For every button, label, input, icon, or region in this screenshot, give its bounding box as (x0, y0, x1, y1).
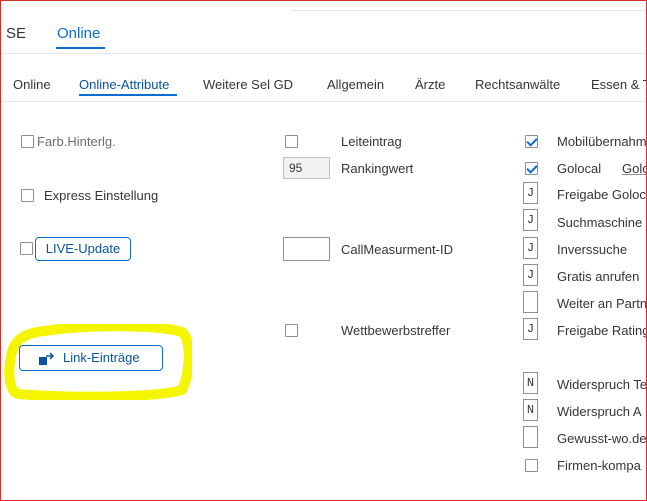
tab-online[interactable]: Online (57, 25, 100, 42)
mobiluebernahme-label: Mobilübernahm (557, 134, 647, 149)
gratis-anrufen-label: Gratis anrufen (557, 269, 640, 284)
golocal-label: Golocal (557, 161, 602, 176)
widerspruch-te-label: Widerspruch Te (557, 377, 647, 392)
subtab-allgemein[interactable]: Allgemein (327, 77, 384, 92)
tab-se[interactable]: SE (6, 25, 26, 42)
callmeasurment-id-label: CallMeasurment-ID (341, 242, 453, 257)
widerspruch-te-field[interactable]: N (523, 372, 538, 394)
widerspruch-a-label: Widerspruch A (557, 404, 642, 419)
farb-hinterlg-label: Farb.Hinterlg. (37, 134, 116, 149)
firmen-kompass-label: Firmen-kompa (557, 458, 641, 473)
tab-online-underline (56, 47, 105, 49)
top-divider (291, 10, 646, 11)
inverssuche-label: Inverssuche (557, 242, 628, 257)
callmeasurment-id-input[interactable] (283, 237, 330, 261)
link-entries-button[interactable]: Link-Einträge (19, 345, 163, 371)
subtab-essen[interactable]: Essen & T (591, 77, 646, 92)
golocal-value-field[interactable]: Golo (622, 161, 646, 176)
leiteintrag-label: Leiteintrag (341, 134, 402, 149)
leiteintrag-checkbox[interactable] (285, 135, 298, 148)
link-entries-label: Link-Einträge (63, 350, 140, 365)
freigabe-rating-field[interactable]: J (523, 318, 538, 340)
app-frame: SE Online Online Online-Attribute Weiter… (0, 0, 647, 501)
widerspruch-a-field[interactable]: N (523, 399, 538, 421)
gratis-anrufen-field[interactable]: J (523, 264, 538, 286)
subtabs-divider (1, 101, 646, 102)
express-einstellung-checkbox[interactable] (21, 189, 34, 202)
freigabe-golocal-field[interactable]: J (523, 182, 538, 204)
wettbewerbstreffer-label: Wettbewerbstreffer (341, 323, 451, 338)
rankingwert-label: Rankingwert (341, 161, 414, 176)
suchmaschine-field[interactable]: J (523, 209, 538, 231)
weiter-an-partner-label: Weiter an Partn (557, 296, 647, 311)
golocal-checkbox[interactable] (525, 162, 538, 175)
top-bar: SE Online (1, 1, 646, 61)
tabs-divider (1, 53, 646, 54)
freigabe-golocal-label: Freigabe Goloc (557, 187, 646, 202)
express-einstellung-label: Express Einstellung (44, 188, 159, 203)
live-update-button[interactable]: LIVE-Update (35, 237, 131, 261)
live-update-checkbox[interactable] (20, 242, 33, 255)
subtab-online-attribute[interactable]: Online-Attribute (79, 77, 169, 92)
link-arrow-icon (39, 352, 55, 365)
inverssuche-field[interactable]: J (523, 237, 538, 259)
gewusst-wo-field[interactable] (523, 426, 538, 448)
subtab-weitere-sel-gd[interactable]: Weitere Sel GD (203, 77, 293, 92)
subtab-online-attribute-underline (79, 94, 177, 96)
wettbewerbstreffer-checkbox[interactable] (285, 324, 298, 337)
freigabe-rating-label: Freigabe Rating (557, 323, 647, 338)
suchmaschine-label: Suchmaschine (557, 215, 643, 230)
gewusst-wo-label: Gewusst-wo.de (557, 431, 647, 446)
mobiluebernahme-checkbox[interactable] (525, 135, 538, 148)
firmen-kompass-checkbox[interactable] (525, 459, 538, 472)
rankingwert-field[interactable]: 95 (283, 157, 330, 179)
subtab-aerzte[interactable]: Ärzte (415, 77, 445, 92)
subtab-rechtsanwaelte[interactable]: Rechtsanwälte (475, 77, 560, 92)
subtab-online[interactable]: Online (13, 77, 51, 92)
farb-hinterlg-checkbox[interactable] (21, 135, 34, 148)
weiter-an-partner-field[interactable] (523, 291, 538, 313)
